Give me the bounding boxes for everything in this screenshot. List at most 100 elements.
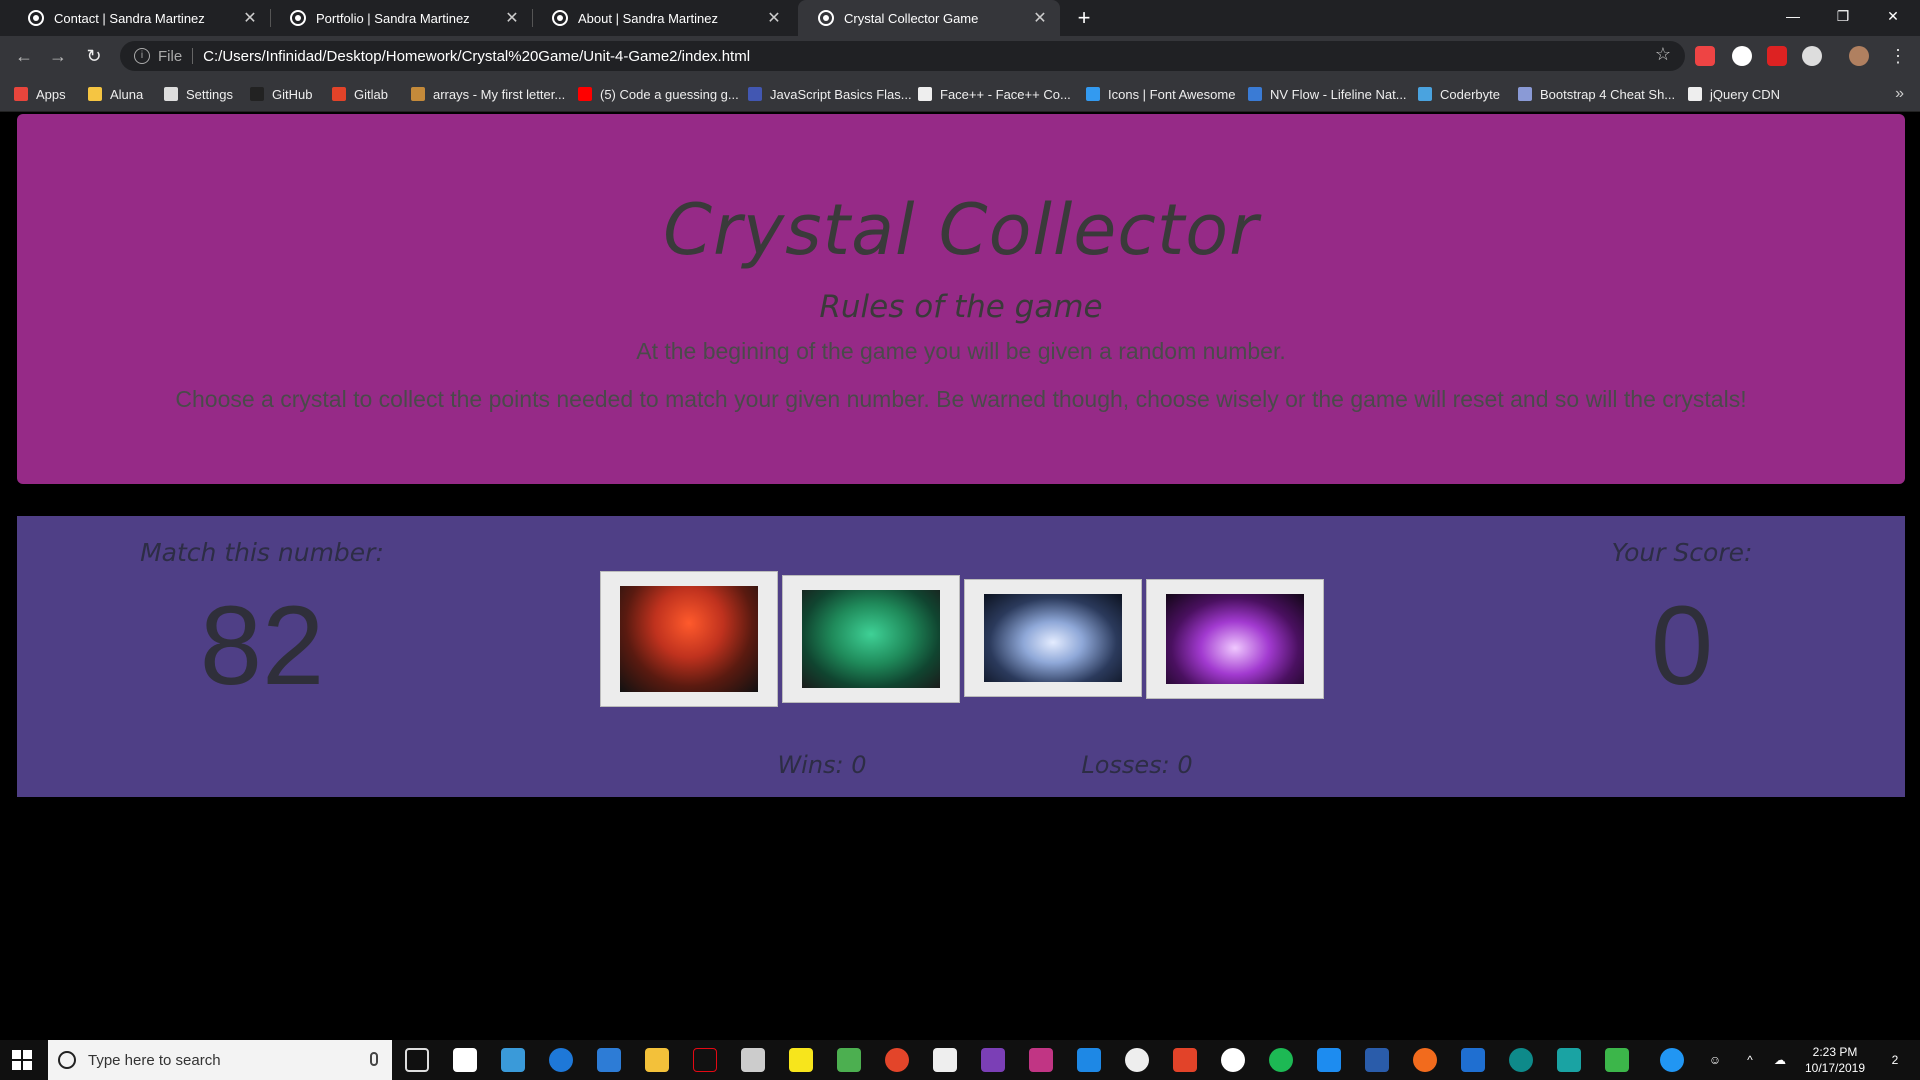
bookmark-item[interactable]: arrays - My first letter... (411, 76, 565, 112)
url-text[interactable]: C:/Users/Infinidad/Desktop/Homework/Crys… (203, 48, 750, 65)
bookmark-item[interactable]: (5) Code a guessing g... (578, 76, 739, 112)
bookmark-label: Icons | Font Awesome (1108, 86, 1236, 102)
messenger-icon[interactable] (1317, 1048, 1341, 1072)
vscode-icon[interactable] (1077, 1048, 1101, 1072)
bookmark-item[interactable]: Settings (164, 76, 233, 112)
bookmark-item[interactable]: JavaScript Basics Flas... (748, 76, 912, 112)
extension-icon[interactable] (1695, 46, 1715, 66)
bookmark-item[interactable]: Coderbyte (1418, 76, 1500, 112)
file-explorer-icon[interactable] (645, 1048, 669, 1072)
bookmark-label: Apps (36, 86, 66, 102)
bookmark-label: GitHub (272, 86, 313, 102)
rules-jumbotron: Crystal Collector Rules of the game At t… (17, 114, 1905, 484)
app-icon[interactable] (501, 1048, 525, 1072)
minimize-button[interactable]: — (1770, 0, 1816, 32)
forward-arrow-icon[interactable]: → (44, 42, 72, 70)
windows-taskbar: Type here to search ☺ ^ ☁ 2:23 PM 10/17/… (0, 1040, 1920, 1080)
sticky-notes-icon[interactable] (789, 1048, 813, 1072)
app-icon[interactable] (1557, 1048, 1581, 1072)
app-icon[interactable] (1413, 1048, 1437, 1072)
red-crystal-image (620, 586, 758, 692)
github-icon[interactable] (1221, 1048, 1245, 1072)
bookmark-item[interactable]: Bootstrap 4 Cheat Sh... (1518, 76, 1675, 112)
globe-icon (290, 10, 306, 26)
tab-contact[interactable]: Contact | Sandra Martinez ✕ (8, 0, 270, 36)
microphone-icon[interactable] (370, 1052, 378, 1066)
match-number-label: Match this number: (140, 538, 384, 567)
amazon-icon[interactable] (453, 1048, 477, 1072)
crystal-button-blue[interactable] (964, 579, 1142, 697)
hulu-icon[interactable] (837, 1048, 861, 1072)
onenote-icon[interactable] (981, 1048, 1005, 1072)
chrome-icon[interactable] (885, 1048, 909, 1072)
flow-icon (1248, 87, 1262, 101)
jquery-icon (1688, 87, 1702, 101)
bookmark-label: Bootstrap 4 Cheat Sh... (1540, 86, 1676, 102)
bookmark-item[interactable]: Face++ - Face++ Co... (918, 76, 1071, 112)
info-icon[interactable]: i (134, 48, 150, 64)
bookmark-item[interactable]: GitHub (250, 76, 312, 112)
tab-title: Crystal Collector Game (844, 10, 979, 26)
bookmark-item[interactable]: Gitlab (332, 76, 388, 112)
url-scheme: File (158, 47, 183, 65)
bootstrap-icon (1518, 87, 1532, 101)
help-icon[interactable] (1660, 1048, 1684, 1072)
app-icon[interactable] (1509, 1048, 1533, 1072)
chevron-right-icon[interactable]: » (1895, 76, 1904, 112)
people-icon[interactable]: ☺ (1700, 1040, 1730, 1080)
netflix-icon[interactable] (693, 1048, 717, 1072)
windows-start-icon[interactable] (12, 1050, 32, 1070)
crystal-button-purple[interactable] (1146, 579, 1324, 699)
close-tab-icon[interactable]: ✕ (766, 8, 782, 28)
close-tab-icon[interactable]: ✕ (1032, 8, 1048, 28)
back-arrow-icon[interactable]: ← (10, 42, 38, 70)
youtube-icon (578, 87, 592, 101)
menu-kebab-icon[interactable]: ⋮ (1884, 42, 1912, 70)
spotify-icon[interactable] (1269, 1048, 1293, 1072)
tab-crystal-collector[interactable]: Crystal Collector Game ✕ (798, 0, 1060, 36)
app-icon[interactable] (1365, 1048, 1389, 1072)
extension-icon[interactable] (1732, 46, 1752, 66)
restore-button[interactable]: ❐ (1820, 0, 1866, 32)
taskbar-search-box[interactable]: Type here to search (48, 1040, 392, 1080)
gear-extension-icon[interactable] (1802, 46, 1822, 66)
avatar[interactable] (1849, 46, 1869, 66)
bookmark-label: arrays - My first letter... (433, 86, 566, 102)
close-window-button[interactable]: ✕ (1870, 0, 1916, 32)
close-tab-icon[interactable]: ✕ (242, 8, 258, 28)
cors-extension-icon[interactable] (1767, 46, 1787, 66)
gitlab-icon[interactable] (1173, 1048, 1197, 1072)
new-tab-button[interactable]: + (1070, 4, 1098, 32)
bookmark-item[interactable]: Icons | Font Awesome (1086, 76, 1235, 112)
chevron-up-icon[interactable]: ^ (1740, 1040, 1760, 1080)
app-icon[interactable] (1461, 1048, 1485, 1072)
gitlab-icon (332, 87, 346, 101)
system-clock[interactable]: 2:23 PM 10/17/2019 (1795, 1044, 1875, 1076)
crystal-button-green[interactable] (782, 575, 960, 703)
reload-icon[interactable]: ↻ (80, 42, 108, 70)
bookmark-item[interactable]: Apps (14, 76, 66, 112)
globe-icon (552, 10, 568, 26)
slack-icon[interactable] (1125, 1048, 1149, 1072)
tab-portfolio[interactable]: Portfolio | Sandra Martinez ✕ (270, 0, 532, 36)
cloud-icon[interactable]: ☁ (1770, 1040, 1790, 1080)
wins-counter: Wins: 0 (777, 751, 867, 779)
store-icon[interactable] (597, 1048, 621, 1072)
close-tab-icon[interactable]: ✕ (504, 8, 520, 28)
rules-heading: Rules of the game (819, 289, 1103, 325)
bookmark-item[interactable]: jQuery CDN (1688, 76, 1780, 112)
app-icon[interactable] (1029, 1048, 1053, 1072)
bookmark-item[interactable]: Aluna (88, 76, 143, 112)
notification-icon[interactable]: 2 (1880, 1040, 1910, 1080)
calculator-icon[interactable] (741, 1048, 765, 1072)
task-view-icon[interactable] (405, 1048, 429, 1072)
app-icon[interactable] (1605, 1048, 1629, 1072)
bookmark-star-icon[interactable]: ☆ (1655, 44, 1671, 65)
crystal-button-red[interactable] (600, 571, 778, 707)
github-icon (250, 87, 264, 101)
bookmark-item[interactable]: NV Flow - Lifeline Nat... (1248, 76, 1407, 112)
tab-about[interactable]: About | Sandra Martinez ✕ (532, 0, 794, 36)
edge-icon[interactable] (549, 1048, 573, 1072)
mail-icon[interactable] (933, 1048, 957, 1072)
address-bar[interactable]: i File C:/Users/Infinidad/Desktop/Homewo… (120, 41, 1685, 71)
